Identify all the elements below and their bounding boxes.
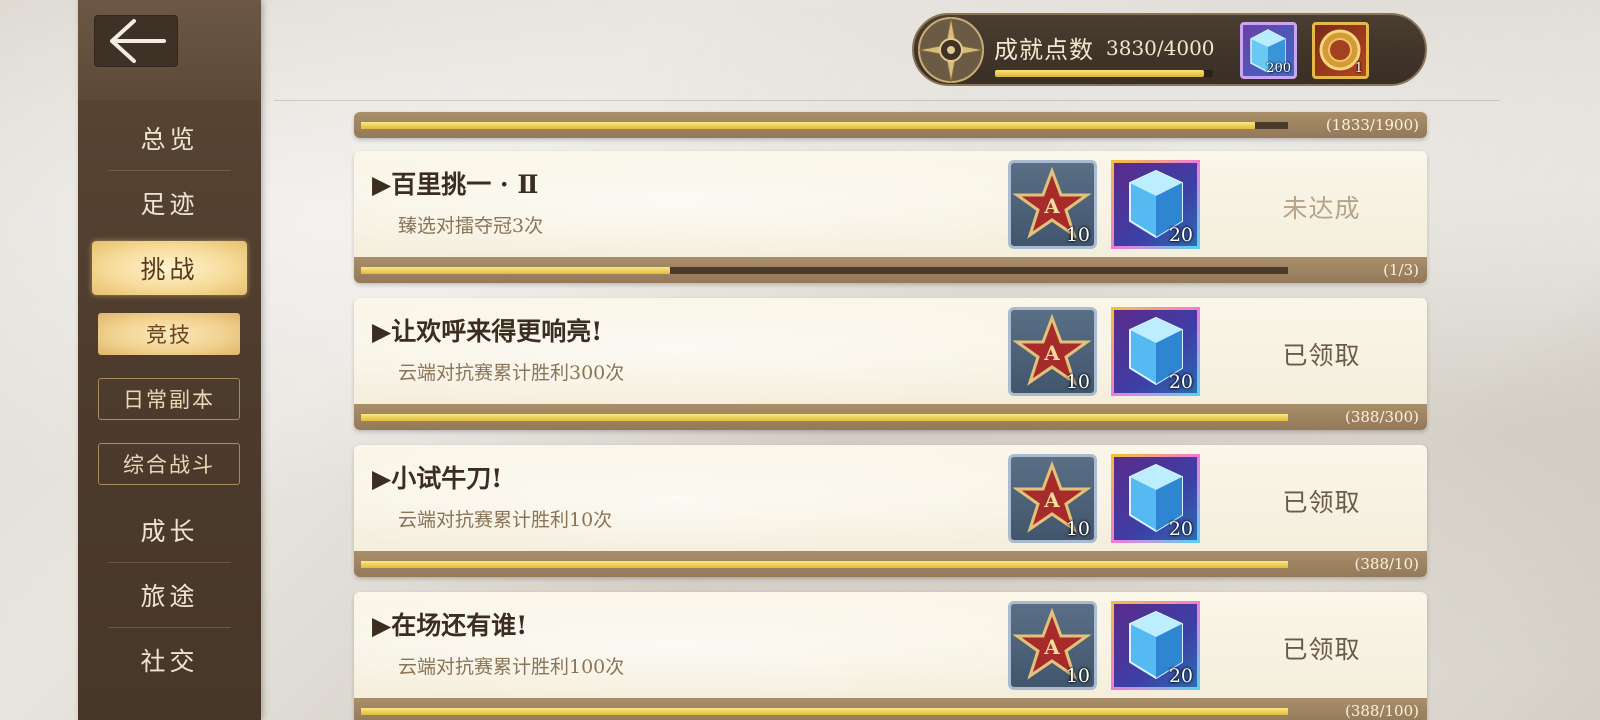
achievement-title: ▶让欢呼来得更响亮!	[372, 317, 603, 346]
achievement-card: ▶让欢呼来得更响亮! 云端对抗赛累计胜利300次 A 10 20 已领取 (38…	[354, 298, 1427, 430]
achievement-card-partial: (1833/1900)	[354, 112, 1427, 138]
header-reward-count: 1	[1354, 61, 1363, 76]
arrow-left-icon	[110, 19, 166, 63]
compass-emblem-icon	[918, 17, 984, 83]
nav-item-journey[interactable]: 旅途	[78, 563, 261, 627]
nav-item-growth[interactable]: 成长	[78, 498, 261, 562]
achievement-title: ▶在场还有谁!	[372, 611, 528, 640]
achievement-status[interactable]: 未达成	[1254, 189, 1389, 225]
progress-fill	[361, 708, 1288, 715]
achievement-points-fill	[995, 70, 1204, 77]
header-reward-medal[interactable]: 1	[1312, 22, 1369, 79]
achievement-status[interactable]: 已领取	[1254, 483, 1389, 519]
progress-text: (388/100)	[1344, 702, 1419, 720]
progress-track	[361, 561, 1288, 568]
achievement-card: ▶在场还有谁! 云端对抗赛累计胜利100次 A 10 20 已领取 (388/1…	[354, 592, 1427, 720]
reward-crystal[interactable]: 20	[1111, 160, 1200, 249]
nav-item-challenge[interactable]: 挑战	[92, 241, 247, 295]
reward-a-rank-medal[interactable]: A 10	[1008, 307, 1097, 396]
back-button[interactable]	[94, 15, 178, 67]
reward-count: 20	[1168, 371, 1193, 393]
progress-track	[361, 708, 1288, 715]
achievement-title: ▶小试牛刀!	[372, 464, 503, 493]
card-progress-footer: (388/100)	[354, 698, 1427, 720]
achievement-points-value: 3830/4000	[1106, 36, 1215, 60]
header-divider	[274, 100, 1500, 101]
reward-count: 10	[1065, 371, 1090, 393]
reward-count: 20	[1168, 518, 1193, 540]
progress-text: (388/10)	[1354, 555, 1419, 573]
progress-fill	[361, 122, 1256, 129]
nav-item-overview[interactable]: 总览	[78, 106, 261, 170]
sub-item-arena[interactable]: 竞技	[98, 313, 240, 355]
progress-fill	[361, 267, 670, 274]
reward-a-rank-medal[interactable]: A 10	[1008, 454, 1097, 543]
card-progress-footer: (388/300)	[354, 404, 1427, 430]
progress-fill	[361, 414, 1288, 421]
achievement-description: 臻选对擂夺冠3次	[398, 215, 544, 237]
progress-text: (1/3)	[1383, 261, 1419, 279]
svg-text:A: A	[1043, 194, 1060, 218]
card-progress-footer: (1/3)	[354, 257, 1427, 283]
progress-track	[361, 414, 1288, 421]
card-progress-footer: (1833/1900)	[354, 112, 1427, 138]
sidebar: 总览 足迹 挑战 竞技 日常副本 综合战斗 成长 旅途 社交	[78, 0, 261, 720]
progress-fill	[361, 561, 1288, 568]
sub-item-combined-battle[interactable]: 综合战斗	[98, 443, 240, 485]
achievement-description: 云端对抗赛累计胜利10次	[398, 509, 613, 531]
achievement-description: 云端对抗赛累计胜利100次	[398, 656, 625, 678]
achievement-status[interactable]: 已领取	[1254, 630, 1389, 666]
reward-count: 10	[1065, 665, 1090, 687]
achievement-card: ▶百里挑一 · Ⅱ 臻选对擂夺冠3次 A 10 20 未达成 (1/3)	[354, 151, 1427, 283]
card-progress-footer: (388/10)	[354, 551, 1427, 577]
progress-track	[361, 122, 1288, 129]
reward-crystal[interactable]: 20	[1111, 307, 1200, 396]
svg-text:A: A	[1043, 635, 1060, 659]
achievement-title: ▶百里挑一 · Ⅱ	[372, 170, 539, 199]
progress-text: (1833/1900)	[1325, 116, 1419, 134]
header-reward-count: 200	[1266, 61, 1291, 76]
reward-count: 20	[1168, 224, 1193, 246]
svg-text:A: A	[1043, 341, 1060, 365]
nav-item-footprints[interactable]: 足迹	[78, 171, 261, 235]
achievement-points-label: 成就点数	[994, 36, 1094, 64]
sub-item-daily-dungeon[interactable]: 日常副本	[98, 378, 240, 420]
nav-item-social[interactable]: 社交	[78, 628, 261, 692]
reward-a-rank-medal[interactable]: A 10	[1008, 601, 1097, 690]
header-reward-crystal[interactable]: 200	[1240, 22, 1297, 79]
reward-count: 20	[1168, 665, 1193, 687]
svg-text:A: A	[1043, 488, 1060, 512]
progress-text: (388/300)	[1344, 408, 1419, 426]
reward-crystal[interactable]: 20	[1111, 454, 1200, 543]
reward-count: 10	[1065, 518, 1090, 540]
achievement-points-progress	[995, 70, 1213, 77]
reward-a-rank-medal[interactable]: A 10	[1008, 160, 1097, 249]
progress-track	[361, 267, 1288, 274]
achievement-card: ▶小试牛刀! 云端对抗赛累计胜利10次 A 10 20 已领取 (388/10)	[354, 445, 1427, 577]
achievement-status[interactable]: 已领取	[1254, 336, 1389, 372]
reward-count: 10	[1065, 224, 1090, 246]
reward-crystal[interactable]: 20	[1111, 601, 1200, 690]
achievement-description: 云端对抗赛累计胜利300次	[398, 362, 625, 384]
